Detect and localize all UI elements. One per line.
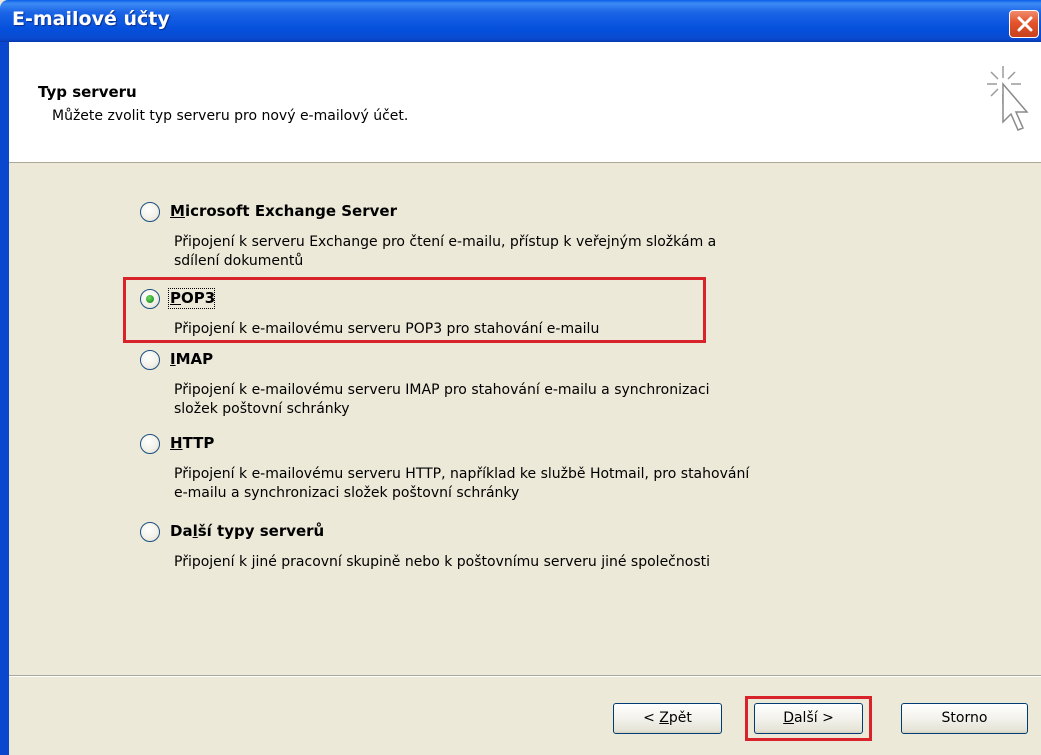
window-border-left [0, 42, 9, 755]
radio-imap[interactable] [140, 350, 160, 370]
focus-rectangle [168, 288, 215, 309]
window-title: E-mailové účty [12, 8, 170, 30]
option-imap-label: IMAP [170, 350, 214, 368]
option-exchange-description: Připojení k serveru Exchange pro čtení e… [174, 234, 717, 269]
email-accounts-dialog: E-mailové účty Typ serveru Můžete zvolit… [0, 0, 1041, 755]
wizard-cursor-icon [987, 66, 1029, 131]
radio-http[interactable] [140, 434, 160, 454]
radio-other-servers[interactable] [140, 522, 160, 542]
page-title: Typ serveru [38, 83, 137, 101]
close-icon [1017, 16, 1033, 32]
wizard-header: Typ serveru Můžete zvolit typ serveru pr… [9, 42, 1041, 163]
cancel-button[interactable]: Storno [901, 703, 1028, 734]
option-pop3-label: POP3 [168, 288, 216, 309]
title-bar[interactable]: E-mailové účty [0, 0, 1041, 42]
next-button[interactable]: Další > [754, 703, 863, 734]
option-http-description: Připojení k e-mailovému serveru HTTP, na… [174, 466, 750, 501]
option-http-label: HTTP [170, 434, 215, 452]
radio-exchange[interactable] [140, 202, 160, 222]
radio-pop3[interactable] [140, 289, 160, 309]
option-pop3-description: Připojení k e-mailovému serveru POP3 pro… [174, 321, 600, 337]
radio-selected-dot [146, 295, 154, 303]
option-other-servers-label: Další typy serverů [170, 522, 325, 540]
footer-separator [9, 675, 1041, 677]
page-subtitle: Můžete zvolit typ serveru pro nový e-mai… [52, 108, 409, 124]
option-exchange-label: Microsoft Exchange Server [170, 202, 397, 220]
option-imap-description: Připojení k e-mailovému serveru IMAP pro… [174, 382, 710, 417]
back-button[interactable]: < Zpět [613, 703, 722, 734]
close-button[interactable] [1009, 10, 1039, 38]
option-other-servers-description: Připojení k jiné pracovní skupině nebo k… [174, 554, 710, 570]
